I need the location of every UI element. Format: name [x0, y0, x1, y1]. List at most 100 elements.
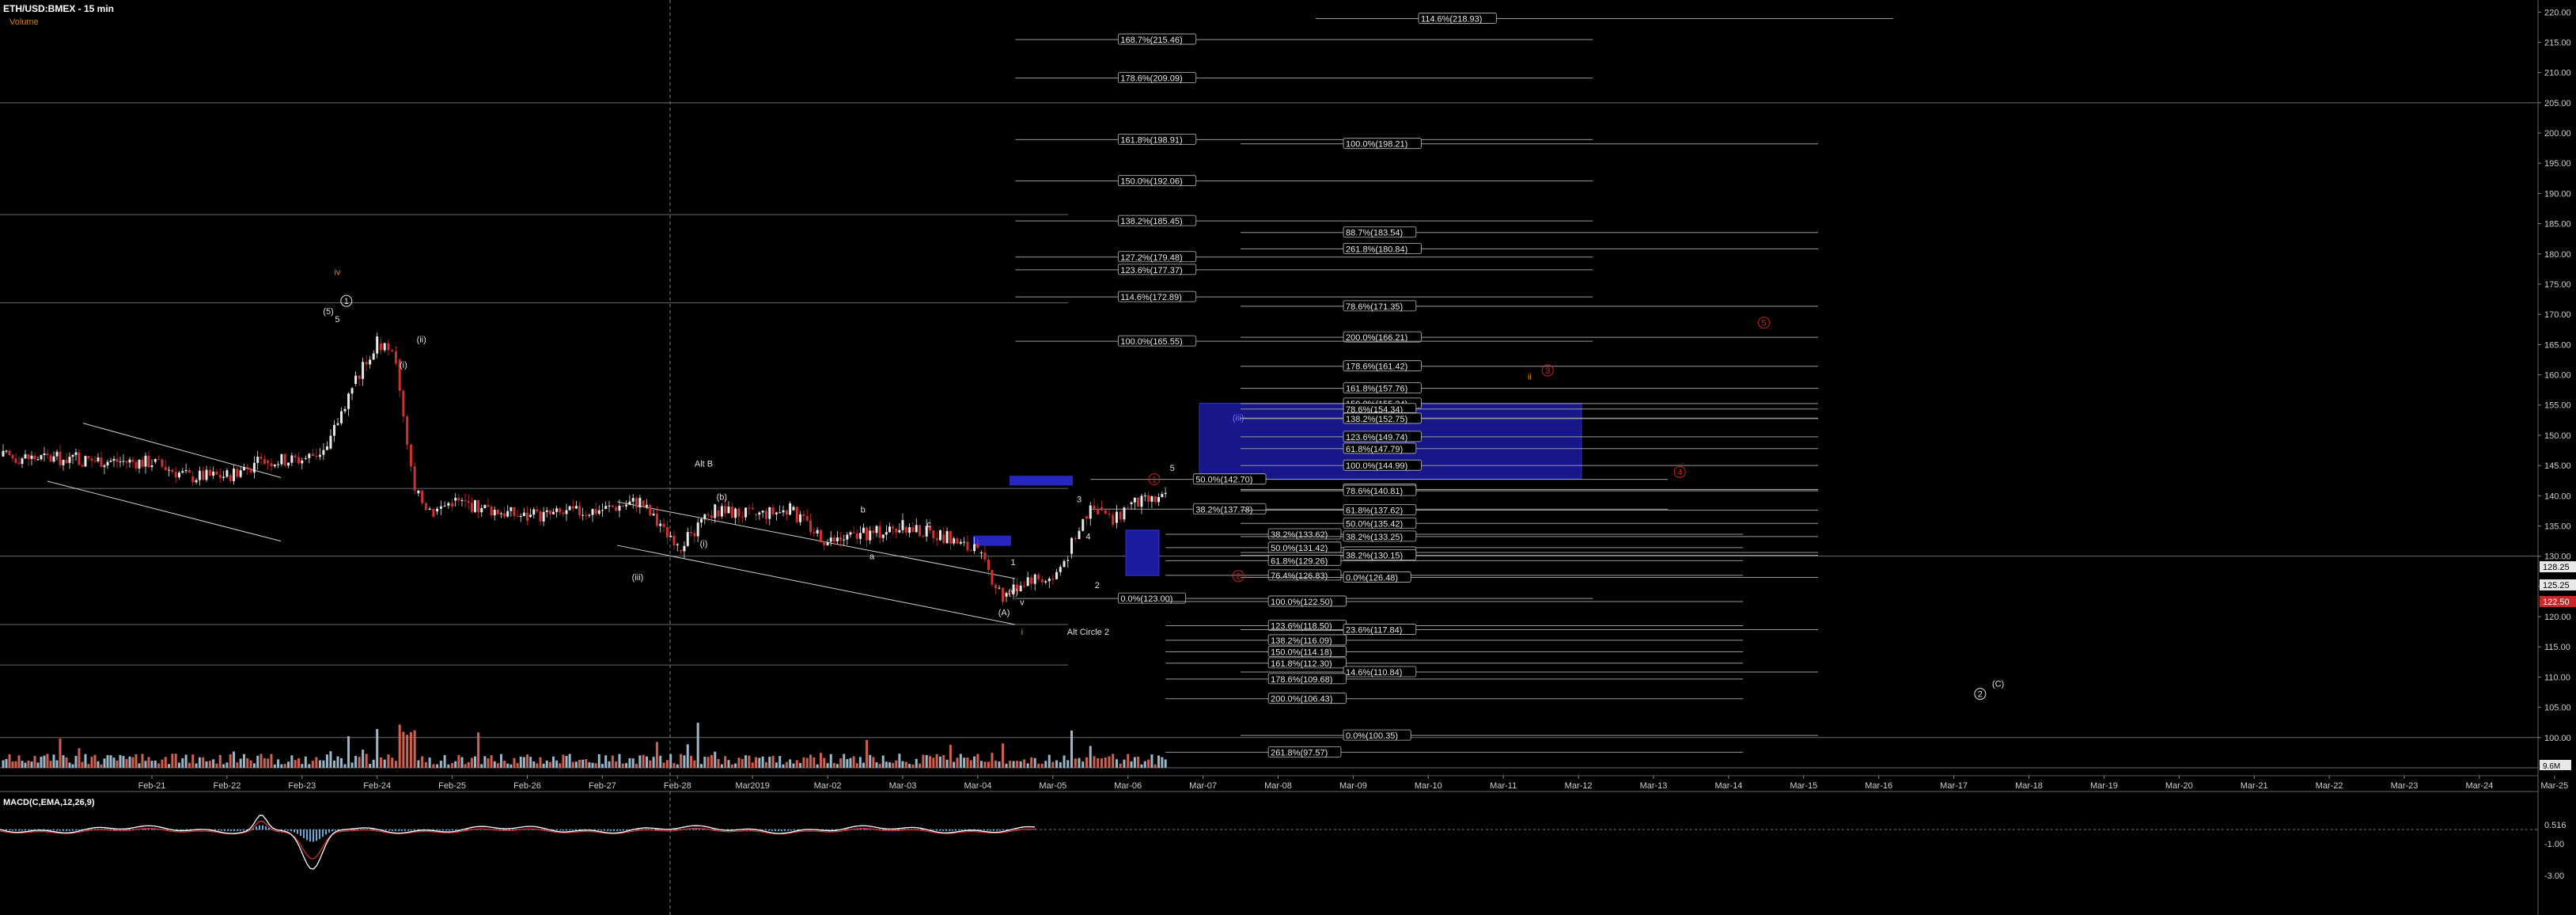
x-tick-label: Mar-13 [1640, 781, 1668, 791]
candle-body [665, 527, 669, 537]
volume-bar [839, 758, 843, 768]
volume-bar [785, 761, 788, 768]
volume-bar [270, 754, 273, 768]
volume-bar [147, 757, 150, 768]
candle-body [699, 518, 703, 523]
candle-body [908, 527, 911, 533]
x-tick-label: Mar2019 [735, 781, 769, 791]
x-tick-label: Mar-25 [2540, 781, 2568, 791]
candle-body [202, 470, 205, 480]
candle-body [717, 510, 720, 517]
volume-bar [932, 757, 935, 768]
candle-body [428, 508, 431, 511]
macd-histogram-bar [768, 830, 770, 831]
candle-body [212, 471, 215, 476]
volume-bar [555, 760, 559, 768]
y-tick-label: 170.00 [2544, 310, 2571, 320]
volume-bar [178, 762, 181, 768]
candle-body [823, 542, 826, 545]
candle-body [1044, 581, 1047, 583]
volume-bar [1051, 761, 1055, 768]
candle-body [1147, 495, 1150, 502]
x-tick-label: Mar-22 [2316, 781, 2343, 791]
macd-histogram-bar [610, 830, 612, 831]
volume-bar [343, 764, 347, 768]
chart-title: ETH/USD:BMEX - 15 min [3, 3, 115, 14]
volume-bar [707, 757, 710, 768]
candle-body [242, 466, 245, 471]
macd-histogram-bar [781, 830, 782, 831]
volume-bar [611, 755, 614, 768]
candle-body [350, 388, 354, 394]
candle-body [1085, 516, 1089, 519]
candle-body [369, 359, 372, 365]
volume-bar [618, 754, 621, 768]
volume-bar [417, 760, 420, 768]
volume-bar [915, 758, 918, 768]
volume-bar [748, 755, 751, 768]
volume-bar [503, 761, 506, 768]
wave-label: a [869, 552, 875, 561]
volume-bar [1140, 764, 1143, 768]
macd-histogram-bar [604, 830, 605, 831]
candle-body [516, 515, 519, 517]
volume-bar [1123, 759, 1126, 768]
volume-bar [1100, 758, 1103, 768]
volume-bar [987, 761, 990, 768]
volume-bar [819, 753, 822, 768]
candle-body [816, 530, 819, 533]
candle-body [597, 510, 600, 514]
volume-bar [267, 758, 270, 768]
macd-histogram-bar [290, 830, 292, 832]
candle-body [998, 587, 1001, 589]
candle-body [714, 504, 717, 518]
volume-bar [516, 763, 519, 768]
volume-bar [724, 756, 727, 768]
candle-body [1070, 537, 1074, 554]
wave-label: 1 [1010, 558, 1015, 568]
wave-label: b [861, 506, 866, 515]
volume-bar [424, 761, 427, 768]
volume-bar [1089, 746, 1092, 768]
candle-body [548, 510, 551, 514]
candle-body [252, 462, 256, 473]
volume-bar [283, 764, 286, 768]
y-tick-label: 165.00 [2544, 340, 2571, 350]
volume-bar [922, 754, 925, 768]
candle-body [655, 514, 658, 526]
volume-bar [919, 763, 922, 768]
macd-histogram-bar [63, 830, 64, 831]
volume-bar [649, 760, 652, 768]
volume-bar [809, 754, 813, 768]
y-tick-label: 130.00 [2544, 552, 2571, 562]
volume-bar [362, 750, 365, 768]
candle-body [532, 509, 536, 515]
volume-bar [591, 762, 594, 768]
volume-bar [40, 756, 43, 768]
volume-bar [542, 763, 545, 768]
macd-histogram-bar [300, 830, 301, 837]
candle-body [229, 475, 232, 481]
candle-body [477, 499, 480, 513]
candle-body [1137, 497, 1140, 507]
candle-body [436, 508, 439, 512]
candle-body [895, 528, 898, 533]
volume-bar [768, 757, 771, 768]
volume-bar [153, 760, 157, 768]
volume-bar [439, 761, 442, 768]
candle-body [881, 534, 885, 538]
volume-bar [949, 744, 952, 768]
y-tick-label: 105.00 [2544, 704, 2571, 713]
volume-bar [454, 761, 457, 768]
volume-bar [764, 761, 767, 768]
volume-bar [205, 761, 208, 768]
candle-body [578, 506, 581, 515]
volume-bar [973, 756, 976, 768]
volume-bar [744, 755, 748, 768]
candle-body [734, 508, 737, 518]
candle-body [141, 459, 144, 467]
volume-bar [496, 763, 499, 768]
candle-body [638, 497, 642, 507]
volume-bar [87, 764, 90, 768]
volume-bar [49, 761, 52, 768]
